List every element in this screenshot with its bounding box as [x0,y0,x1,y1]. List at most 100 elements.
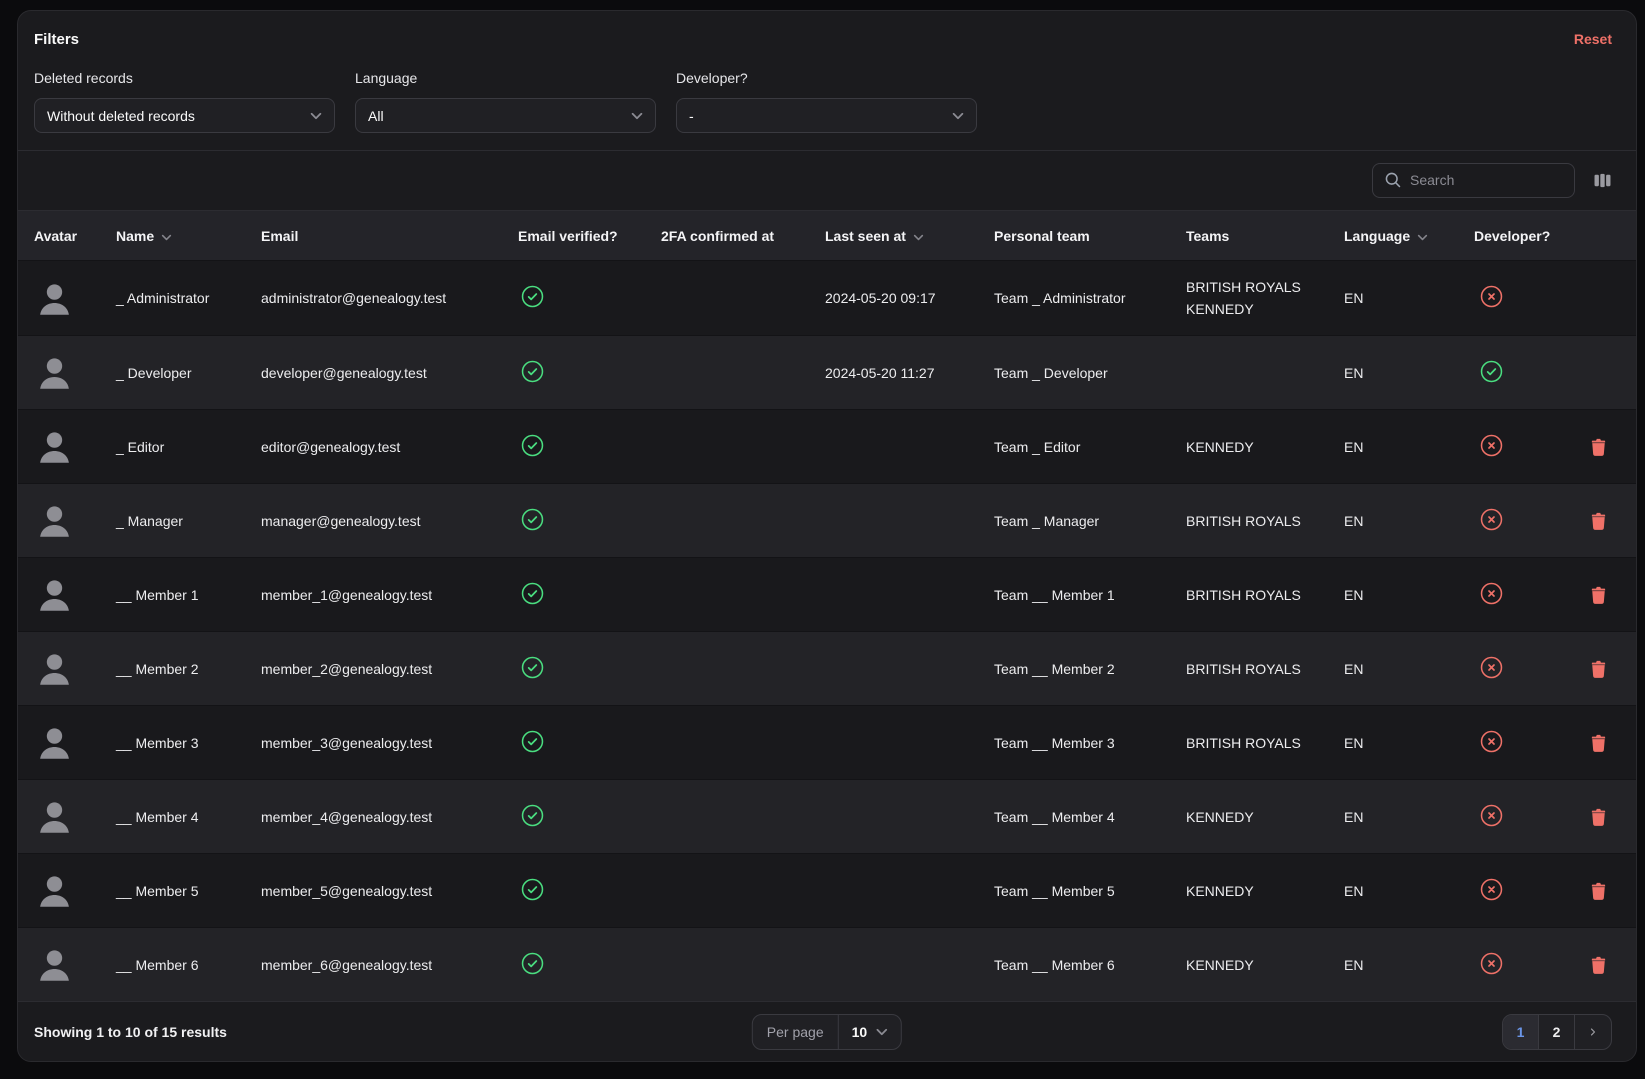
table-row[interactable]: _ Administrator administrator@genealogy.… [18,261,1636,335]
cell-teams: BRITISH ROYALS [1186,732,1344,754]
col-avatar: Avatar [18,228,116,244]
email-verified-icon [521,878,544,901]
select-value: All [368,108,384,124]
cell-personal-team: Team __ Member 1 [994,587,1186,603]
page-button-1[interactable]: 1 [1503,1015,1539,1049]
cell-personal-team: Team _ Administrator [994,290,1186,306]
col-personal-team: Personal team [994,228,1186,244]
developer-no-icon [1480,508,1503,531]
table-row[interactable]: __ Member 6 member_6@genealogy.test Team… [18,927,1636,1001]
avatar [34,870,75,911]
col-language[interactable]: Language [1344,228,1474,244]
delete-button[interactable] [1590,511,1607,531]
cell-email: member_5@genealogy.test [261,883,518,899]
delete-button[interactable] [1590,585,1607,605]
cell-teams: BRITISH ROYALS [1186,584,1344,606]
chevron-down-icon [876,1028,888,1036]
table-header-row: Avatar Name Email Email verified? 2FA co… [18,210,1636,262]
avatar [34,426,75,467]
cell-name: __ Member 5 [116,883,261,899]
table-row[interactable]: __ Member 1 member_1@genealogy.test Team… [18,557,1636,631]
cell-name: __ Member 2 [116,661,261,677]
cell-email: member_3@genealogy.test [261,735,518,751]
delete-button[interactable] [1590,733,1607,753]
trash-icon [1590,807,1607,827]
users-table-panel: Filters Reset Deleted records Without de… [17,10,1637,1062]
cell-name: __ Member 3 [116,735,261,751]
cell-language: EN [1344,735,1474,751]
chevron-down-icon [310,107,322,125]
table-row[interactable]: __ Member 3 member_3@genealogy.test Team… [18,705,1636,779]
filters-reset-button[interactable]: Reset [1574,31,1612,47]
cell-last-seen: 2024-05-20 11:27 [825,365,994,381]
page-button-2[interactable]: 2 [1539,1015,1575,1049]
email-verified-icon [521,730,544,753]
column-toggle-button[interactable] [1593,171,1612,190]
col-email: Email [261,228,518,244]
cell-teams: BRITISH ROYALSKENNEDY [1186,276,1344,320]
cell-personal-team: Team _ Developer [994,365,1186,381]
per-page-control: Per page 10 [752,1014,902,1050]
developer-no-icon [1480,730,1503,753]
chevron-right-icon [1587,1028,1599,1036]
pagination: 1 2 [1502,1014,1612,1050]
filters-section: Filters Reset Deleted records Without de… [18,11,1636,150]
trash-icon [1590,437,1607,457]
delete-button[interactable] [1590,955,1607,975]
cell-name: __ Member 6 [116,957,261,973]
cell-teams: BRITISH ROYALS [1186,658,1344,680]
chevron-down-icon [631,107,643,125]
col-last-seen[interactable]: Last seen at [825,228,994,244]
table-row[interactable]: __ Member 5 member_5@genealogy.test Team… [18,853,1636,927]
developer-no-icon [1480,952,1503,975]
email-verified-icon [521,804,544,827]
cell-language: EN [1344,587,1474,603]
table-row[interactable]: __ Member 2 member_2@genealogy.test Team… [18,631,1636,705]
sort-chevron-icon [913,228,924,244]
per-page-select[interactable]: 10 [839,1015,902,1049]
cell-email: administrator@genealogy.test [261,290,518,306]
delete-button[interactable] [1590,807,1607,827]
per-page-label: Per page [753,1015,839,1049]
table-row[interactable]: __ Member 4 member_4@genealogy.test Team… [18,779,1636,853]
trash-icon [1590,585,1607,605]
col-email-verified: Email verified? [518,228,661,244]
delete-button[interactable] [1590,437,1607,457]
next-page-button[interactable] [1575,1015,1611,1049]
developer-select[interactable]: - [676,98,977,133]
language-select[interactable]: All [355,98,656,133]
table-row[interactable]: _ Manager manager@genealogy.test Team _ … [18,483,1636,557]
developer-yes-icon [1480,360,1503,383]
developer-no-icon [1480,285,1503,308]
cell-email: manager@genealogy.test [261,513,518,529]
deleted-records-select[interactable]: Without deleted records [34,98,335,133]
avatar [34,278,75,319]
avatar [34,722,75,763]
developer-no-icon [1480,878,1503,901]
sort-chevron-icon [1417,228,1428,244]
cell-name: __ Member 1 [116,587,261,603]
filter-developer: Developer? - [676,70,977,133]
cell-language: EN [1344,513,1474,529]
cell-personal-team: Team __ Member 3 [994,735,1186,751]
delete-button[interactable] [1590,659,1607,679]
cell-teams: KENNEDY [1186,954,1344,976]
cell-personal-team: Team __ Member 4 [994,809,1186,825]
filter-label: Deleted records [34,70,335,86]
email-verified-icon [521,656,544,679]
search-input[interactable] [1410,172,1563,188]
delete-button[interactable] [1590,881,1607,901]
cell-email: member_6@genealogy.test [261,957,518,973]
col-name[interactable]: Name [116,228,261,244]
cell-name: _ Developer [116,365,261,381]
cell-email: member_2@genealogy.test [261,661,518,677]
cell-language: EN [1344,661,1474,677]
col-2fa-confirmed: 2FA confirmed at [661,228,825,244]
avatar [34,500,75,541]
avatar [34,944,75,985]
search-box[interactable] [1372,163,1575,198]
table-row[interactable]: _ Editor editor@genealogy.test Team _ Ed… [18,409,1636,483]
search-icon [1384,171,1402,189]
table-row[interactable]: _ Developer developer@genealogy.test 202… [18,335,1636,409]
columns-icon [1593,171,1612,190]
